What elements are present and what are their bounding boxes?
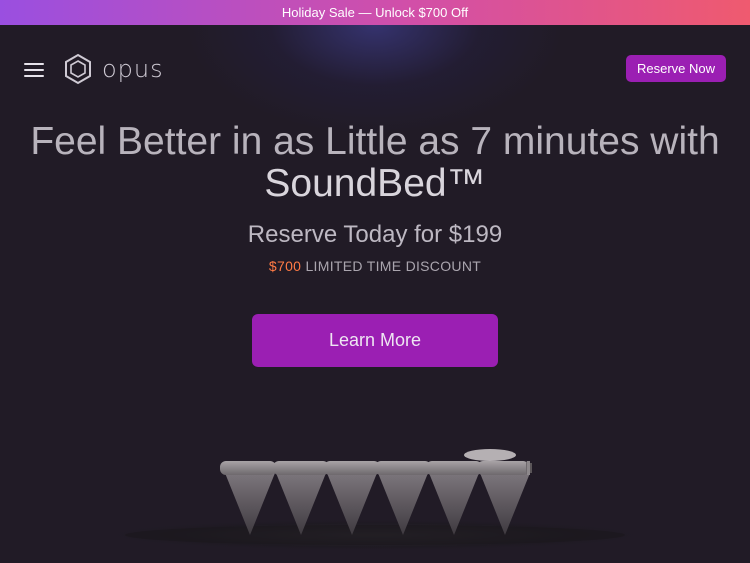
logo-text: opus bbox=[102, 55, 164, 83]
site-logo[interactable]: opus bbox=[62, 53, 164, 85]
discount-note: $700 LIMITED TIME DISCOUNT bbox=[0, 258, 750, 274]
reserve-price-subhead: Reserve Today for $199 bbox=[247, 221, 503, 248]
reserve-now-button[interactable]: Reserve Now bbox=[625, 55, 726, 82]
headline-text: Feel Better in as Little as 7 minutes wi… bbox=[30, 120, 720, 163]
discount-price: $700 bbox=[268, 258, 302, 274]
menu-icon[interactable] bbox=[24, 63, 44, 77]
hero-headline: Feel Better in as Little as 7 minutes wi… bbox=[20, 121, 730, 205]
hero-section: opus Reserve Now Feel Better in as Littl… bbox=[0, 25, 750, 563]
discount-text: LIMITED TIME DISCOUNT bbox=[301, 258, 482, 274]
promo-banner[interactable]: Holiday Sale — Unlock $700 Off bbox=[0, 0, 750, 25]
opus-hexagon-logo-icon bbox=[65, 53, 91, 85]
learn-more-button[interactable]: Learn More bbox=[252, 314, 498, 367]
soundbed-product-image bbox=[95, 449, 655, 551]
headline-brand: SoundBed™ bbox=[264, 162, 486, 205]
